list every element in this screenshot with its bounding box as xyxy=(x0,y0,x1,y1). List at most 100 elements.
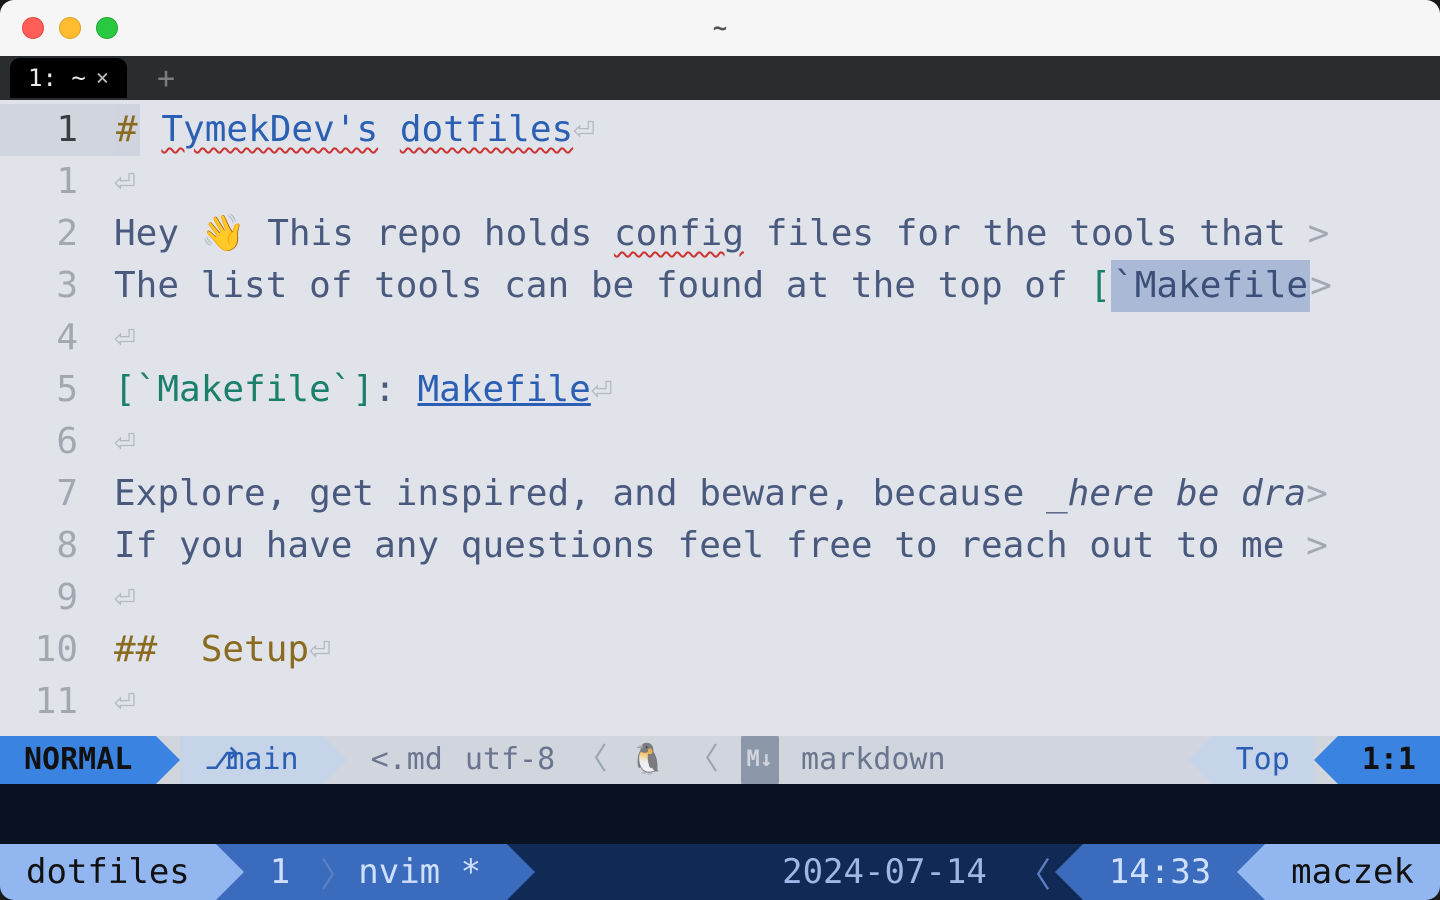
tmux-window-index[interactable]: 1 xyxy=(244,844,316,900)
scroll-position: Top xyxy=(1212,736,1314,784)
wrap-indicator-icon: > xyxy=(1308,208,1330,260)
line-number: 1 xyxy=(0,104,114,156)
editor-line: 11 ⏎ xyxy=(0,676,1440,728)
window-titlebar: ~ xyxy=(0,0,1440,56)
text: Hey 👋 This repo holds xyxy=(114,208,614,260)
line-number: 1 xyxy=(0,156,114,208)
markdown-h1-word: dotfiles xyxy=(400,104,573,156)
eol-marker-icon: ⏎ xyxy=(591,364,613,416)
editor-line: 1 # TymekDev's dotfiles⏎ xyxy=(0,104,1440,156)
editor-lines: 1 # TymekDev's dotfiles⏎ 1 ⏎ 2 Hey 👋 Thi… xyxy=(0,100,1440,736)
tmux-time: 14:33 xyxy=(1083,844,1237,900)
markdown-h1-marker: # xyxy=(114,104,140,156)
markdown-h2-marker: ## xyxy=(114,624,157,676)
wrap-indicator-icon: > xyxy=(1306,520,1328,572)
status-center: <.md utf-8 〈 🐧 〈 M↓ markdown xyxy=(347,736,1188,784)
eol-marker-icon: ⏎ xyxy=(114,312,136,364)
eol-marker-icon: ⏎ xyxy=(573,104,595,156)
text: files for the tools that xyxy=(744,208,1308,260)
git-branch-icon: ⎇ xyxy=(204,736,226,784)
line-number: 2 xyxy=(0,208,114,260)
chevron-right-icon: 〉 xyxy=(316,844,358,900)
close-icon[interactable]: × xyxy=(96,66,109,91)
editor-line: 6 ⏎ xyxy=(0,416,1440,468)
editor-line: 9 ⏎ xyxy=(0,572,1440,624)
tmux-date: 2024-07-14 xyxy=(756,844,1013,900)
editor-line: 4 ⏎ xyxy=(0,312,1440,364)
new-tab-button[interactable]: + xyxy=(157,61,175,96)
mode-indicator: NORMAL xyxy=(0,736,156,784)
file-extension: <.md xyxy=(371,736,443,784)
inline-code: `Makefile xyxy=(1111,260,1310,312)
separator-icon xyxy=(1314,736,1338,784)
eol-marker-icon: ⏎ xyxy=(114,416,136,468)
markdown-h2-text: Setup xyxy=(157,624,309,676)
separator-icon xyxy=(1188,736,1212,784)
git-branch-segment: ⎇ main xyxy=(180,736,322,784)
line-number: 4 xyxy=(0,312,114,364)
editor-line: 2 Hey 👋 This repo holds config files for… xyxy=(0,208,1440,260)
line-number: 9 xyxy=(0,572,114,624)
editor-line: 1 ⏎ xyxy=(0,156,1440,208)
chevron-left-icon: 〈 xyxy=(689,736,719,784)
separator-icon xyxy=(1237,844,1265,900)
separator-icon xyxy=(323,736,347,784)
tmux-session-name[interactable]: dotfiles xyxy=(0,844,216,900)
editor-viewport[interactable]: 1 # TymekDev's dotfiles⏎ 1 ⏎ 2 Hey 👋 Thi… xyxy=(0,100,1440,784)
window-close-button[interactable] xyxy=(22,17,44,39)
text: If you have any questions feel free to r… xyxy=(114,520,1306,572)
eol-marker-icon: ⏎ xyxy=(114,156,136,208)
tmux-window-name[interactable]: nvim * xyxy=(358,844,507,900)
window-zoom-button[interactable] xyxy=(96,17,118,39)
chevron-left-icon: 〈 xyxy=(577,736,607,784)
line-number: 10 xyxy=(0,624,114,676)
terminal-tab-active[interactable]: 1: ~ × xyxy=(10,58,127,98)
text-spellcheck: config xyxy=(614,208,744,260)
separator-icon xyxy=(1055,844,1083,900)
statusline-gap xyxy=(0,784,1440,844)
link-ref-label: [`Makefile`] xyxy=(114,364,374,416)
line-number: 7 xyxy=(0,468,114,520)
tmux-hostname: maczek xyxy=(1265,844,1440,900)
text: : xyxy=(374,364,417,416)
editor-line: 10 ## Setup⏎ xyxy=(0,624,1440,676)
markdown-h1-word: TymekDev's xyxy=(161,104,378,156)
vim-statusline: NORMAL ⎇ main <.md utf-8 〈 🐧 〈 M↓ markdo… xyxy=(0,736,1440,784)
text: Explore, get inspired, and beware, becau… xyxy=(114,468,1046,520)
line-number: 3 xyxy=(0,260,114,312)
separator-icon xyxy=(507,844,535,900)
emphasis: _here be dra xyxy=(1046,468,1306,520)
wrap-indicator-icon: > xyxy=(1310,260,1332,312)
bracket: [ xyxy=(1089,260,1111,312)
filetype-label: markdown xyxy=(801,736,946,784)
separator-icon xyxy=(216,844,244,900)
link-target: Makefile xyxy=(417,364,590,416)
separator-icon xyxy=(156,736,180,784)
tmux-statusline: dotfiles 1 〉 nvim * 2024-07-14 〈 14:33 m… xyxy=(0,844,1440,900)
line-number: 5 xyxy=(0,364,114,416)
wrap-indicator-icon: > xyxy=(1306,468,1328,520)
terminal-tabbar: 1: ~ × + xyxy=(0,56,1440,100)
markdown-badge-icon: M↓ xyxy=(741,736,780,784)
line-number: 6 xyxy=(0,416,114,468)
window-minimize-button[interactable] xyxy=(59,17,81,39)
line-number: 11 xyxy=(0,676,114,728)
editor-line: 5 [`Makefile`]: Makefile⏎ xyxy=(0,364,1440,416)
editor-line: 7 Explore, get inspired, and beware, bec… xyxy=(0,468,1440,520)
tmux-fill xyxy=(535,844,756,900)
editor-line: 3 The list of tools can be found at the … xyxy=(0,260,1440,312)
line-number: 8 xyxy=(0,520,114,572)
window-title: ~ xyxy=(713,14,727,42)
file-encoding: utf-8 xyxy=(465,736,555,784)
terminal-tab-label: 1: ~ xyxy=(28,64,86,92)
traffic-lights xyxy=(22,17,118,39)
git-branch-name: main xyxy=(226,736,298,784)
linux-icon: 🐧 xyxy=(629,736,666,784)
text: The list of tools can be found at the to… xyxy=(114,260,1089,312)
eol-marker-icon: ⏎ xyxy=(114,676,136,728)
eol-marker-icon: ⏎ xyxy=(309,624,331,676)
chevron-left-icon: 〈 xyxy=(1013,844,1055,900)
eol-marker-icon: ⏎ xyxy=(114,572,136,624)
cursor-position: 1:1 xyxy=(1338,736,1440,784)
editor-line: 8 If you have any questions feel free to… xyxy=(0,520,1440,572)
